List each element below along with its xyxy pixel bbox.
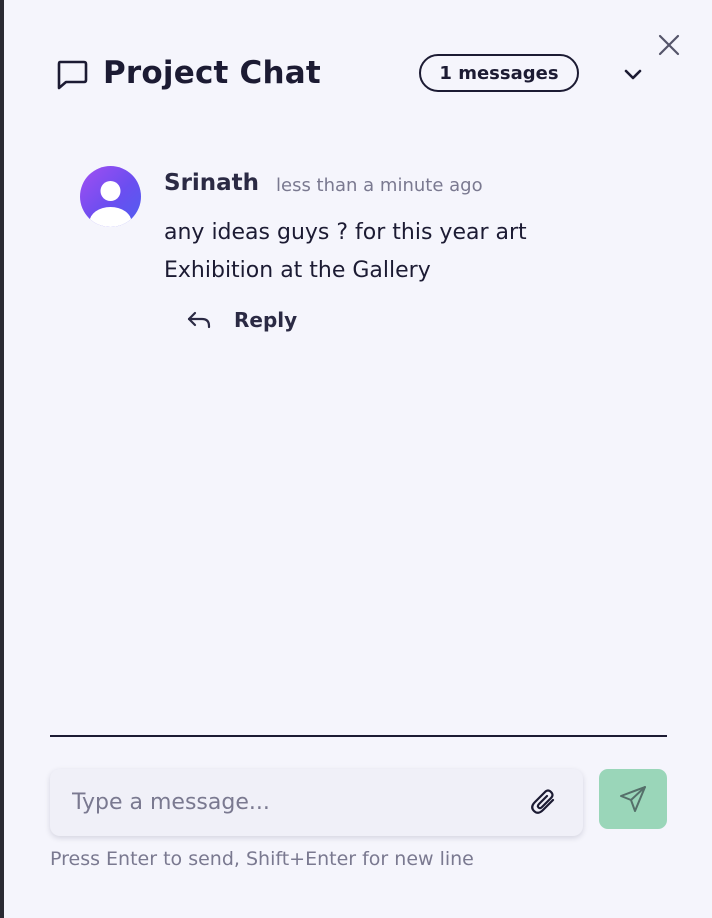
close-icon xyxy=(658,34,680,56)
message-input[interactable] xyxy=(72,769,512,836)
chevron-down-icon xyxy=(624,69,642,80)
avatar[interactable] xyxy=(80,166,141,227)
paperclip-icon xyxy=(531,789,555,814)
message-square-icon xyxy=(57,60,88,90)
send-button[interactable] xyxy=(599,769,667,829)
collapse-button[interactable] xyxy=(620,62,646,88)
user-avatar-icon xyxy=(89,181,132,227)
composer-hint: Press Enter to send, Shift+Enter for new… xyxy=(50,848,474,870)
message-count-badge: 1 messages xyxy=(419,54,579,92)
close-button[interactable] xyxy=(656,32,682,58)
chat-panel: Project Chat 1 messages Srinath less tha… xyxy=(0,0,712,918)
chat-header: Project Chat 1 messages xyxy=(50,52,650,98)
send-icon xyxy=(620,786,646,812)
reply-icon xyxy=(187,311,211,329)
message-text: any ideas guys ? for this year art Exhib… xyxy=(164,220,527,283)
message-timestamp: less than a minute ago xyxy=(276,175,483,196)
reply-button[interactable]: Reply xyxy=(186,304,297,336)
message-composer xyxy=(50,769,583,836)
composer-divider xyxy=(50,735,667,737)
reply-label: Reply xyxy=(234,308,298,332)
attach-button[interactable] xyxy=(528,786,560,818)
page-title: Project Chat xyxy=(103,55,321,91)
message-author: Srinath xyxy=(164,170,260,196)
